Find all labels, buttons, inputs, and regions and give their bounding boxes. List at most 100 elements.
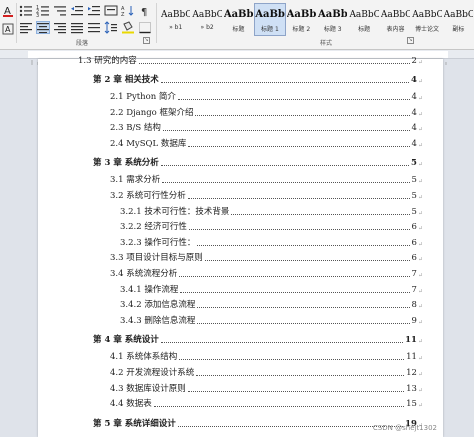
toc-entry[interactable]: 3.2.3 操作可行性： 6 ↵ [120, 234, 423, 248]
toc-entry[interactable]: 3.4 系统流程分析 7 ↵ [110, 265, 423, 279]
toc-entry-title: 2.1 Python 简介 [110, 92, 176, 102]
toc-entry-title: 4.2 开发流程设计系统 [110, 368, 195, 378]
align-right-button[interactable] [53, 21, 67, 34]
justify-button[interactable] [70, 21, 84, 34]
style-tile[interactable]: AaBbC 标题 1 [254, 3, 286, 36]
style-tile[interactable]: AaBbCcI 博士论文 [411, 3, 442, 36]
toc-entry[interactable]: 2.4 MySQL 数据库 4 ↵ [110, 135, 423, 149]
borders-button[interactable] [138, 21, 152, 34]
align-center-button[interactable] [36, 21, 50, 34]
shading-button[interactable] [121, 21, 135, 34]
style-name-label: 标题 2 [292, 26, 311, 33]
toc-page-number: 9 [411, 315, 417, 326]
align-left-button[interactable] [19, 21, 33, 34]
toc-entry-partial[interactable]: 1.3 研究的内容 2 ↵ [78, 52, 423, 66]
style-name-label: 标题 1 [261, 26, 279, 33]
toc-chapter-entry[interactable]: 第 3 章 系统分析 5 ↵ [93, 154, 423, 168]
character-border-button[interactable]: A [2, 22, 14, 36]
document-page[interactable]: 1.3 研究的内容 2 ↵ 第 2 章 相关技术 4 ↵ 2.1 Python 简介 4… [38, 56, 443, 437]
toc-page-number: 8 [411, 300, 417, 311]
toc-page-number: 4 [411, 92, 417, 102]
style-sample-text: AaBbCcI [412, 10, 441, 20]
decrease-indent-button[interactable] [70, 4, 84, 17]
numbering-button[interactable]: 1 2 3 [36, 4, 50, 17]
toc-entry-title: 4.1 系统体系结构 [110, 352, 178, 363]
style-tile[interactable]: AaBbC 标题 [223, 3, 254, 36]
style-tile[interactable]: AaBbC 副标 [443, 3, 474, 36]
toc-entry-title: 第 5 章 系统详细设计 [93, 418, 176, 429]
font-color-icon: A [3, 6, 13, 17]
style-tile[interactable]: AaBbC 标题 2 [286, 3, 317, 36]
toc-entry[interactable]: 4.3 数据库设计原则 13 ↵ [110, 380, 423, 394]
toc-entry-title: 第 3 章 系统分析 [93, 158, 159, 169]
toc-entry[interactable]: 3.4.1 操作流程 7 ↵ [120, 281, 423, 295]
toc-dot-leader [197, 307, 410, 309]
style-sample-text: AaBbC [318, 9, 348, 20]
toc-entry[interactable]: 4.1 系统体系结构 11 ↵ [110, 348, 423, 362]
toc-entry-title: 3.2 系统可行性分析 [110, 191, 186, 201]
toc-entry-title: 3.4.3 删除信息流程 [120, 315, 196, 326]
toc-dot-leader [187, 390, 405, 392]
toc-dot-leader [177, 99, 410, 100]
toc-entry-title: 4.4 数据表 [110, 399, 152, 410]
distributed-button[interactable] [87, 21, 101, 34]
paragraph-group-label: 段落 [76, 40, 89, 47]
style-tile[interactable]: AaBbCcDc » b2 [191, 3, 222, 36]
toc-entry-title: 第 4 章 系统设计 [93, 335, 159, 346]
toc-entry[interactable]: 3.1 需求分析 5 ↵ [110, 171, 423, 185]
line-spacing-icon [104, 21, 117, 34]
toc-dot-leader [177, 425, 404, 427]
paragraph-mark-icon: ↵ [417, 178, 423, 186]
chinese-layout-button[interactable] [104, 4, 118, 17]
toc-entry[interactable]: 2.2 Django 框架介绍 4 ↵ [110, 104, 423, 118]
toc-entry[interactable]: 4.2 开发流程设计系统 12 ↵ [110, 364, 423, 378]
bullets-icon [19, 5, 32, 17]
sort-icon: A Z [121, 6, 134, 17]
paragraph-mark-icon: ↵ [417, 272, 423, 279]
paragraph-mark-icon: ↵ [417, 303, 423, 311]
style-tile[interactable]: AaBbCcL 标题 [348, 3, 379, 36]
toc-dot-leader [138, 63, 410, 64]
align-center-icon [37, 23, 49, 33]
style-sample-text: AaBbC [443, 10, 474, 20]
style-sample-text: AaBbCcI [380, 10, 410, 20]
paragraph-mark-icon: ↵ [417, 59, 423, 66]
toc-entry[interactable]: 3.3 项目设计目标与原则 6 ↵ [110, 249, 423, 263]
multilevel-list-icon [54, 6, 66, 16]
toc-page-number: 6 [411, 237, 417, 248]
toc-entry[interactable]: 3.4.2 添加信息流程 8 ↵ [120, 296, 423, 310]
line-spacing-button[interactable] [104, 21, 118, 34]
sort-button[interactable]: A Z [121, 4, 135, 17]
toc-entry[interactable]: 2.1 Python 简介 4 ↵ [110, 88, 423, 102]
bullets-button[interactable] [19, 4, 33, 17]
toc-entry[interactable]: 3.2.1 技术可行性：技术背景 5 ↵ [120, 203, 423, 217]
toc-entry[interactable]: 4.4 数据表 15 ↵ [110, 395, 423, 409]
toc-entry-title: 3.1 需求分析 [110, 175, 161, 186]
style-name-label: 标题 [232, 26, 245, 33]
styles-dialog-launcher-icon[interactable]: ↘ [407, 37, 414, 44]
multilevel-list-button[interactable] [53, 4, 67, 17]
style-tile[interactable]: AaBbCcI 表内容 [380, 3, 411, 36]
toc-entry-title: 2.4 MySQL 数据库 [110, 138, 187, 149]
ribbon: A A 1 2 3 A Z ¶ 段落 ↘ AaBb » b1 AaBb » b2… [0, 0, 474, 50]
paragraph-dialog-launcher-icon[interactable]: ↘ [143, 37, 150, 44]
toc-entry[interactable]: 2.3 B/S 结构 4 ↵ [110, 119, 423, 133]
font-color-button[interactable]: A [2, 4, 14, 18]
toc-dot-leader [197, 244, 410, 246]
style-tile[interactable]: AaBbCc » b1 [160, 3, 191, 36]
toc-entry-title: 3.4 系统流程分析 [110, 269, 178, 279]
toc-entry[interactable]: 3.2.2 经济可行性 6 ↵ [120, 218, 423, 232]
toc-dot-leader [162, 182, 410, 184]
toc-entry[interactable]: 3.2 系统可行性分析 5 ↵ [110, 187, 423, 201]
toc-page-number: 4 [411, 138, 417, 149]
pilcrow-icon: ¶ [141, 7, 147, 17]
show-formatting-marks-button[interactable]: ¶ [138, 4, 152, 17]
toc-chapter-entry[interactable]: 第 4 章 系统设计 11 ↵ [93, 331, 423, 345]
paragraph-mark-icon: ↵ [417, 386, 423, 394]
paragraph-mark-icon: ↵ [417, 209, 423, 217]
increase-indent-button[interactable] [87, 4, 101, 17]
style-tile[interactable]: AaBbC 标题 3 [317, 3, 348, 36]
toc-entry[interactable]: 3.4.3 删除信息流程 9 ↵ [120, 312, 423, 326]
toc-chapter-entry[interactable]: 第 2 章 相关技术 4 ↵ [93, 71, 423, 85]
increase-indent-icon [88, 6, 100, 16]
